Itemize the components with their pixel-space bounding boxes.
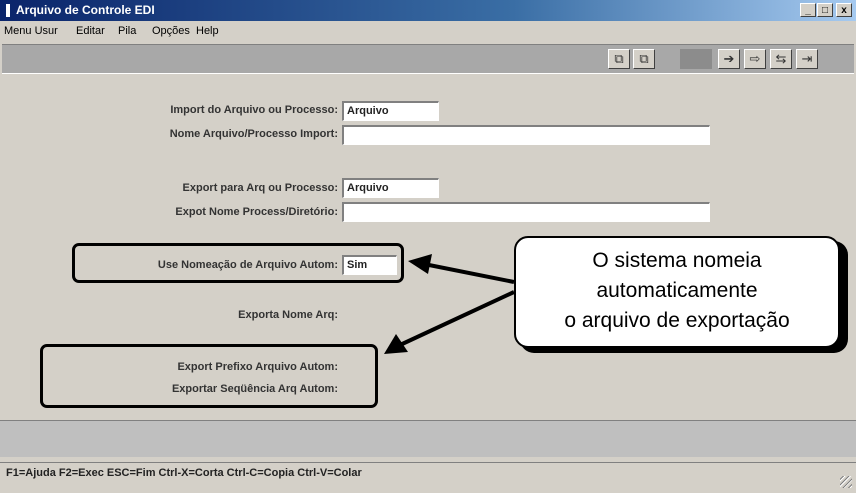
application-window: Arquivo de Controle EDI _ □ x Menu Usur … (0, 0, 856, 493)
callout-line-2: automaticamente (596, 279, 758, 302)
arrow-head-auto-naming (408, 254, 432, 274)
callout-note: O sistema nomeia automaticamente o arqui… (514, 236, 840, 348)
arrow-to-auto-prefix (399, 290, 515, 347)
callout-line-3: o arquivo de exportação (564, 309, 790, 332)
message-bar (0, 420, 856, 457)
callout-line-1: O sistema nomeia (592, 249, 762, 272)
arrow-to-auto-naming (423, 262, 515, 284)
hotkeys-text: F1=Ajuda F2=Exec ESC=Fim Ctrl-X=Corta Ct… (6, 467, 362, 479)
resize-grip-icon[interactable] (840, 476, 852, 488)
